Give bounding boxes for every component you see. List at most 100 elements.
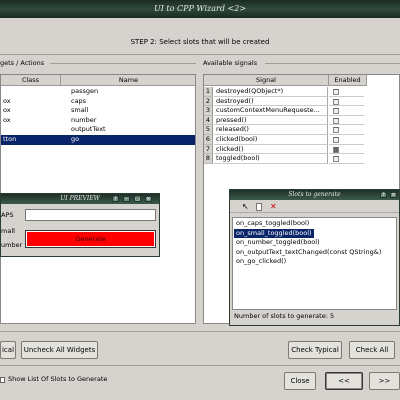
enabled-checkbox[interactable] — [333, 137, 339, 143]
enabled-checkbox[interactable] — [333, 108, 339, 115]
signal-cell: released() — [214, 125, 328, 135]
enabled-cell — [329, 87, 364, 97]
table-row[interactable]: 5 released() — [204, 125, 367, 135]
enabled-cell — [329, 116, 364, 126]
step-heading: STEP 2: Select slots that will be create… — [130, 38, 270, 46]
enabled-checkbox[interactable] — [333, 117, 339, 124]
enabled-checkbox[interactable] — [333, 98, 339, 105]
window-titlebar[interactable]: UI to CPP Wizard <2> — [0, 0, 400, 18]
ui-preview-title: UI PREVIEW — [60, 195, 100, 202]
table-row[interactable]: tton go — [1, 135, 195, 145]
slots-title: Slots to generate — [288, 191, 341, 198]
widget-name-cell: passgen — [71, 87, 99, 95]
slots-window[interactable]: Slots to generate ? × ↖ ✕ on_caps_toggle… — [229, 189, 400, 326]
row-number: 8 — [204, 154, 213, 164]
enabled-cell — [329, 145, 364, 155]
check-all-widgets-button[interactable]: ical — [0, 341, 16, 359]
column-header-signal[interactable]: Signal — [204, 75, 329, 86]
slots-titlebar[interactable]: Slots to generate — [230, 190, 399, 200]
widget-class-cell — [1, 87, 61, 97]
table-row[interactable]: 8 toggled(bool) — [204, 154, 367, 164]
enabled-cell — [329, 97, 364, 107]
divider — [0, 331, 400, 332]
check-typical-button[interactable]: Check Typical — [288, 341, 342, 359]
row-number: 7 — [204, 144, 213, 155]
list-item[interactable]: on_number_toggled(bool) — [234, 238, 322, 248]
enabled-checkbox[interactable] — [333, 127, 339, 134]
table-row[interactable]: 3 customContextMenuRequeste... — [204, 106, 367, 116]
widget-class-cell: tton — [3, 135, 17, 143]
table-row[interactable]: 2 destroyed() — [204, 96, 367, 107]
widget-name-cell: outputText — [71, 125, 106, 134]
table-row[interactable]: ox caps — [1, 96, 195, 107]
enabled-cell — [329, 135, 364, 145]
next-button[interactable]: >> — [369, 372, 400, 390]
table-row[interactable]: passgen — [1, 87, 195, 97]
widget-name-cell: number — [71, 115, 97, 124]
column-header-enabled[interactable]: Enabled — [329, 75, 367, 86]
row-number: 3 — [204, 106, 213, 116]
row-number: 5 — [204, 125, 213, 135]
divider — [265, 63, 400, 64]
enabled-cell — [329, 106, 364, 116]
help-icon[interactable]: ? — [112, 196, 119, 202]
row-number: 2 — [204, 96, 213, 107]
widget-name-cell: caps — [71, 96, 87, 105]
check-all-button[interactable]: Check All — [349, 341, 395, 359]
number-label: umber — [1, 241, 23, 249]
widget-name-cell: small — [71, 106, 89, 115]
enabled-checkbox[interactable] — [333, 156, 339, 163]
row-number: 4 — [204, 115, 213, 126]
table-row[interactable]: outputText — [1, 125, 195, 135]
output-text-field[interactable] — [25, 209, 156, 221]
signal-cell: pressed() — [214, 115, 328, 126]
signal-cell: customContextMenuRequeste... — [214, 106, 328, 116]
table-row[interactable]: 1 destroyed(QObject*) — [204, 87, 367, 97]
widget-class-cell: ox — [3, 115, 11, 124]
table-row[interactable]: 4 pressed() — [204, 115, 367, 126]
uncheck-all-widgets-button[interactable]: Uncheck All Widgets — [21, 341, 98, 359]
table-row[interactable]: ox number — [1, 115, 195, 126]
widget-class-cell — [1, 125, 61, 135]
close-button[interactable]: Close — [284, 372, 316, 390]
close-icon[interactable]: × — [390, 192, 397, 198]
table-row[interactable]: ox small — [1, 106, 195, 116]
show-list-label: Show List Of Slots to Generate — [8, 375, 108, 383]
widgets-section-label: gets / Actions — [0, 59, 45, 67]
slots-count: Number of slots to generate: 5 — [234, 312, 335, 320]
list-item[interactable]: on_caps_toggled(bool) — [234, 219, 311, 229]
ui-preview-window[interactable]: UI PREVIEW ? – □ × APS mall umber Genera… — [0, 193, 160, 257]
column-header-class[interactable]: Class — [1, 75, 61, 86]
slots-toolbar: ↖ ✕ — [230, 201, 399, 213]
show-list-checkbox[interactable] — [0, 377, 5, 383]
list-item[interactable]: on_outputText_textChanged(const QString&… — [234, 248, 383, 258]
delete-icon[interactable]: ✕ — [270, 202, 277, 211]
row-number: 6 — [204, 135, 213, 145]
small-label: mall — [1, 227, 15, 235]
widget-class-cell: ox — [3, 106, 11, 115]
help-icon[interactable]: ? — [380, 192, 387, 198]
list-item[interactable]: on_go_clicked() — [234, 257, 288, 267]
document-icon[interactable] — [256, 203, 262, 211]
minimize-icon[interactable]: – — [123, 196, 130, 202]
widget-name-cell: go — [71, 135, 80, 143]
caps-label: APS — [1, 211, 14, 219]
back-button[interactable]: << — [325, 372, 363, 390]
table-row[interactable]: 6 clicked(bool) — [204, 135, 367, 145]
widget-class-cell: ox — [3, 96, 11, 105]
column-header-name[interactable]: Name — [61, 75, 195, 86]
divider — [0, 365, 400, 366]
slots-list[interactable]: on_caps_toggled(bool) on_small_toggled(bo… — [232, 217, 397, 310]
divider — [50, 63, 196, 64]
maximize-icon[interactable]: □ — [134, 196, 141, 202]
table-row[interactable]: 7 clicked() — [204, 144, 367, 155]
close-icon[interactable]: × — [145, 196, 152, 202]
pointer-icon[interactable]: ↖ — [242, 203, 249, 211]
list-item[interactable]: on_small_toggled(bool) — [234, 228, 314, 239]
signal-cell: destroyed() — [214, 96, 328, 107]
generate-button[interactable]: Generate — [25, 230, 156, 248]
enabled-checkbox[interactable] — [333, 146, 339, 153]
row-number: 1 — [204, 87, 213, 97]
signal-cell: clicked() — [214, 144, 328, 155]
enabled-checkbox[interactable] — [333, 89, 339, 95]
